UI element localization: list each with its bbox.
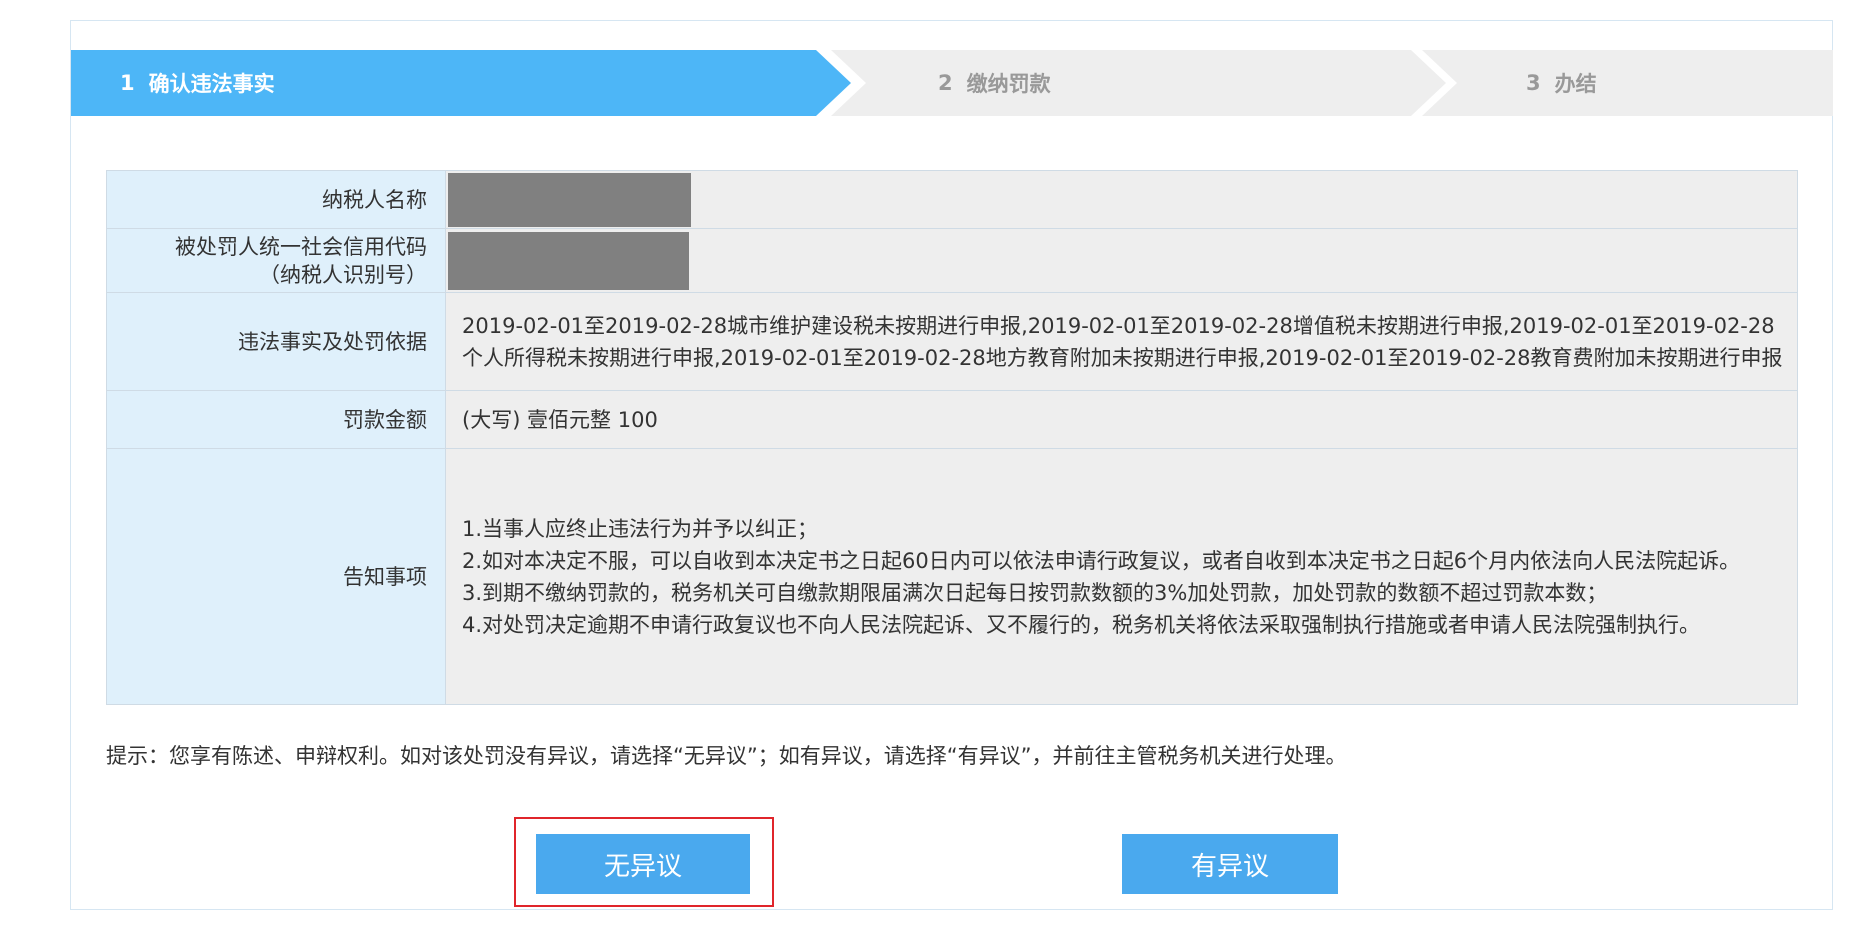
redacted-block (448, 231, 689, 290)
table-row-notice: 告知事项 1.当事人应终止违法行为并予以纠正； 2.如对本决定不服，可以自收到本… (106, 448, 1798, 705)
step-number: 1 (120, 71, 135, 95)
step-progress-bar: 1 确认违法事实 2 缴纳罚款 3 办结 (71, 50, 1833, 116)
notice-label: 告知事项 (106, 448, 446, 705)
step-label: 办结 (1554, 72, 1597, 96)
penalty-info-table: 纳税人名称 被处罚人统一社会信用代码 （纳税人识别号） 违法事实及处罚依据 20… (106, 170, 1798, 705)
notice-item: 2.如对本决定不服，可以自收到本决定书之日起60日内可以依法申请行政复议，或者自… (462, 548, 1741, 573)
notice-item: 3.到期不缴纳罚款的，税务机关可自缴款期限届满次日起每日按罚款数额的3%加处罚款… (462, 580, 1608, 605)
credit-code-value (445, 228, 1798, 293)
taxpayer-name-value (445, 170, 1798, 229)
step-label: 确认违法事实 (148, 72, 275, 96)
facts-label: 违法事实及处罚依据 (106, 292, 446, 391)
table-row-credit-code: 被处罚人统一社会信用代码 （纳税人识别号） (106, 228, 1798, 293)
no-objection-button[interactable]: 无异议 (536, 834, 750, 894)
table-row-fine: 罚款金额 (大写) 壹佰元整 100 (106, 390, 1798, 449)
step-label: 缴纳罚款 (966, 72, 1051, 96)
facts-value: 2019-02-01至2019-02-28城市维护建设税未按期进行申报,2019… (445, 292, 1798, 391)
step-confirm-facts: 1 确认违法事实 (71, 50, 851, 116)
fine-label: 罚款金额 (106, 390, 446, 449)
table-row-facts: 违法事实及处罚依据 2019-02-01至2019-02-28城市维护建设税未按… (106, 292, 1798, 391)
notice-item: 4.对处罚决定逾期不申请行政复议也不向人民法院起诉、又不履行的，税务机关将依法采… (462, 612, 1701, 637)
step-number: 2 (938, 71, 953, 95)
table-row-taxpayer-name: 纳税人名称 (106, 170, 1798, 229)
objection-button[interactable]: 有异议 (1122, 834, 1338, 894)
step-number: 3 (1526, 71, 1541, 95)
credit-code-label-line2: （纳税人识别号） (259, 262, 427, 287)
redacted-block (448, 172, 691, 227)
credit-code-label-line1: 被处罚人统一社会信用代码 (175, 234, 427, 259)
credit-code-label: 被处罚人统一社会信用代码 （纳税人识别号） (106, 228, 446, 293)
fine-value: (大写) 壹佰元整 100 (445, 390, 1798, 449)
taxpayer-name-label: 纳税人名称 (106, 170, 446, 229)
step-complete: 3 办结 (1422, 50, 1833, 116)
objection-tip: 提示：您享有陈述、申辩权利。如对该处罚没有异议，请选择“无异议”；如有异议，请选… (106, 744, 1347, 768)
notice-item: 1.当事人应终止违法行为并予以纠正； (462, 516, 819, 541)
step-pay-fine: 2 缴纳罚款 (831, 50, 1446, 116)
notice-list: 1.当事人应终止违法行为并予以纠正； 2.如对本决定不服，可以自收到本决定书之日… (445, 448, 1798, 705)
